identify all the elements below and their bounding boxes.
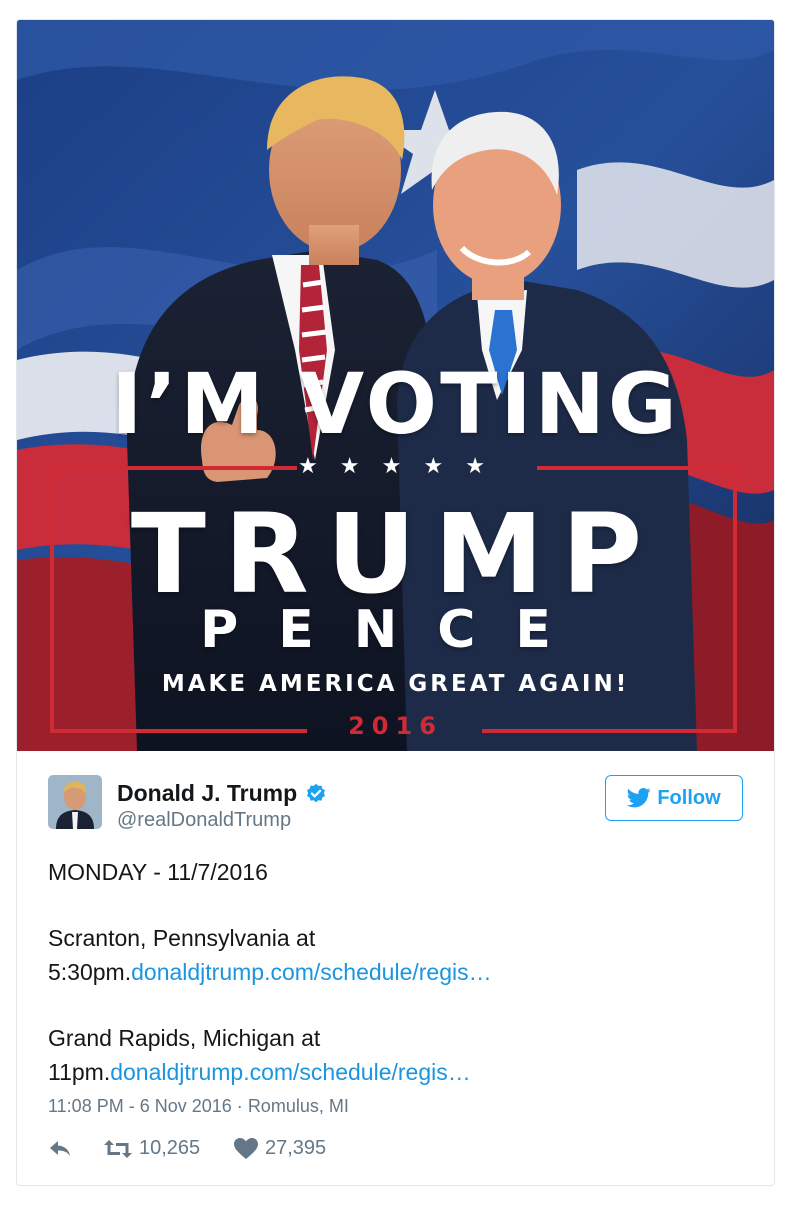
tweet-event-2: Grand Rapids, Michigan at 11pm.donaldjtru… (48, 1021, 748, 1089)
poster-candidate-2: PENCE (200, 600, 591, 660)
follow-label: Follow (657, 786, 721, 809)
tweet-location[interactable]: Romulus, MI (248, 1096, 349, 1116)
poster-stars: ★ ★ ★ ★ ★ (297, 453, 494, 478)
tweet-meta: 11:08 PM - 6 Nov 2016 · Romulus, MI (48, 1096, 349, 1117)
event-2-location: Grand Rapids, Michigan at (48, 1025, 321, 1051)
tweet-event-1: Scranton, Pennsylvania at 5:30pm.donaldjt… (48, 921, 748, 989)
meta-separator: · (236, 1096, 243, 1116)
like-count: 27,395 (265, 1137, 327, 1159)
twitter-bird-icon (627, 788, 651, 808)
poster-slogan: MAKE AMERICA GREAT AGAIN! (161, 671, 630, 697)
verified-badge-icon (307, 783, 326, 802)
author-name[interactable]: Donald J. Trump (117, 780, 297, 807)
poster-headline: I’M VOTING (111, 355, 680, 453)
tweet-date-line: MONDAY - 11/7/2016 (48, 859, 268, 885)
event-1-time: 5:30pm. (48, 959, 132, 985)
event-2-time: 11pm. (48, 1059, 111, 1085)
tweet-card: I’M VOTING ★ ★ ★ ★ ★ TRUMP PENCE MAKE AM… (16, 19, 775, 1186)
tweet-actions: 10,265 27,395 (48, 1137, 326, 1160)
poster-candidate-1: TRUMP (130, 490, 661, 618)
like-button[interactable]: 27,395 (234, 1137, 326, 1160)
avatar[interactable] (48, 775, 102, 829)
retweet-icon (104, 1139, 132, 1158)
author-name-row[interactable]: Donald J. Trump (117, 780, 327, 807)
retweet-count: 10,265 (139, 1137, 201, 1159)
retweet-button[interactable]: 10,265 (104, 1137, 234, 1160)
follow-button[interactable]: Follow (605, 775, 743, 821)
reply-button[interactable] (48, 1139, 104, 1159)
tweet-image[interactable]: I’M VOTING ★ ★ ★ ★ ★ TRUMP PENCE MAKE AM… (17, 20, 774, 751)
event-1-location: Scranton, Pennsylvania at (48, 925, 316, 951)
heart-icon (234, 1138, 258, 1159)
reply-icon (50, 1140, 70, 1156)
tweet-text: MONDAY - 11/7/2016 Scranton, Pennsylvani… (48, 855, 748, 1089)
poster-year: 2016 (348, 712, 443, 740)
author-handle[interactable]: @realDonaldTrump (117, 809, 291, 832)
event-2-link[interactable]: donaldjtrump.com/schedule/regis… (110, 1059, 471, 1085)
tweet-timestamp[interactable]: 11:08 PM - 6 Nov 2016 (48, 1096, 232, 1116)
avatar-image (48, 775, 102, 829)
event-1-link[interactable]: donaldjtrump.com/schedule/regis… (131, 959, 492, 985)
